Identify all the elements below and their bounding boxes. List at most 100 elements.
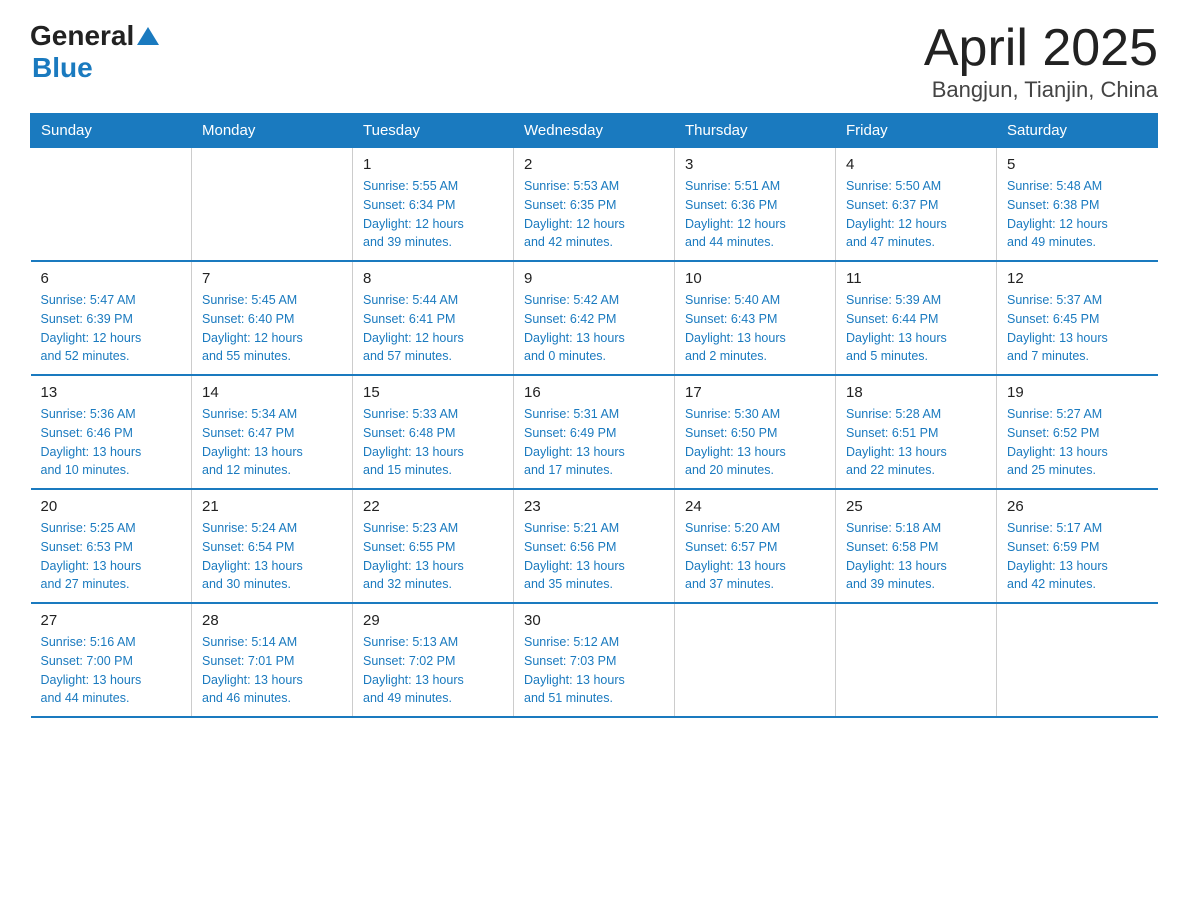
calendar-cell: 9Sunrise: 5:42 AMSunset: 6:42 PMDaylight… bbox=[514, 261, 675, 375]
calendar-cell: 16 Sunrise: 5:31 AMSunset: 6:49 PMDayligh… bbox=[514, 375, 675, 489]
calendar-cell: 2Sunrise: 5:53 AMSunset: 6:35 PMDaylight… bbox=[514, 148, 675, 262]
day-number: 5 bbox=[1007, 156, 1148, 173]
calendar-header-friday: Friday bbox=[836, 114, 997, 148]
calendar-cell: 4 Sunrise: 5:50 AMSunset: 6:37 PMDaylight… bbox=[836, 148, 997, 262]
calendar-table: SundayMondayTuesdayWednesdayThursdayFrid… bbox=[30, 113, 1158, 718]
day-number: 28 bbox=[202, 612, 342, 629]
day-number: 3 bbox=[685, 156, 825, 173]
day-info: Sunrise: 5:25 AMSunset: 6:53 PMDaylight:… bbox=[41, 519, 182, 594]
calendar-cell: 12Sunrise: 5:37 AMSunset: 6:45 PMDayligh… bbox=[997, 261, 1158, 375]
calendar-cell: 25Sunrise: 5:18 AMSunset: 6:58 PMDayligh… bbox=[836, 489, 997, 603]
day-info: Sunrise: 5:51 AMSunset: 6:36 PMDaylight:… bbox=[685, 177, 825, 252]
day-number: 22 bbox=[363, 498, 503, 515]
calendar-cell bbox=[836, 603, 997, 717]
logo-general-text: General bbox=[30, 20, 134, 52]
day-info: Sunrise: 5:34 AMSunset: 6:47 PMDaylight:… bbox=[202, 405, 342, 480]
calendar-cell: 7 Sunrise: 5:45 AMSunset: 6:40 PMDaylight… bbox=[192, 261, 353, 375]
day-number: 10 bbox=[685, 270, 825, 287]
calendar-header-saturday: Saturday bbox=[997, 114, 1158, 148]
calendar-cell: 13 Sunrise: 5:36 AMSunset: 6:46 PMDayligh… bbox=[31, 375, 192, 489]
day-number: 30 bbox=[524, 612, 664, 629]
day-number: 27 bbox=[41, 612, 182, 629]
logo-triangle-icon bbox=[137, 25, 159, 47]
calendar-cell: 23Sunrise: 5:21 AMSunset: 6:56 PMDayligh… bbox=[514, 489, 675, 603]
day-number: 2 bbox=[524, 156, 664, 173]
day-number: 6 bbox=[41, 270, 182, 287]
day-info: Sunrise: 5:13 AMSunset: 7:02 PMDaylight:… bbox=[363, 633, 503, 708]
day-info: Sunrise: 5:16 AMSunset: 7:00 PMDaylight:… bbox=[41, 633, 182, 708]
calendar-cell: 27 Sunrise: 5:16 AMSunset: 7:00 PMDayligh… bbox=[31, 603, 192, 717]
calendar-cell: 1 Sunrise: 5:55 AMSunset: 6:34 PMDaylight… bbox=[353, 148, 514, 262]
day-number: 15 bbox=[363, 384, 503, 401]
day-info: Sunrise: 5:12 AMSunset: 7:03 PMDaylight:… bbox=[524, 633, 664, 708]
day-info: Sunrise: 5:44 AMSunset: 6:41 PMDaylight:… bbox=[363, 291, 503, 366]
calendar-header-thursday: Thursday bbox=[675, 114, 836, 148]
day-info: Sunrise: 5:50 AMSunset: 6:37 PMDaylight:… bbox=[846, 177, 986, 252]
day-number: 7 bbox=[202, 270, 342, 287]
calendar-cell: 8Sunrise: 5:44 AMSunset: 6:41 PMDaylight… bbox=[353, 261, 514, 375]
day-number: 26 bbox=[1007, 498, 1148, 515]
calendar-cell: 28 Sunrise: 5:14 AMSunset: 7:01 PMDayligh… bbox=[192, 603, 353, 717]
day-info: Sunrise: 5:33 AMSunset: 6:48 PMDaylight:… bbox=[363, 405, 503, 480]
day-number: 24 bbox=[685, 498, 825, 515]
calendar-header-monday: Monday bbox=[192, 114, 353, 148]
calendar-subtitle: Bangjun, Tianjin, China bbox=[924, 77, 1158, 103]
calendar-cell: 24 Sunrise: 5:20 AMSunset: 6:57 PMDayligh… bbox=[675, 489, 836, 603]
day-number: 25 bbox=[846, 498, 986, 515]
day-number: 14 bbox=[202, 384, 342, 401]
day-number: 18 bbox=[846, 384, 986, 401]
page-header: General Blue April 2025 Bangjun, Tianjin… bbox=[30, 20, 1158, 103]
calendar-cell: 3 Sunrise: 5:51 AMSunset: 6:36 PMDaylight… bbox=[675, 148, 836, 262]
day-number: 4 bbox=[846, 156, 986, 173]
day-number: 29 bbox=[363, 612, 503, 629]
day-info: Sunrise: 5:45 AMSunset: 6:40 PMDaylight:… bbox=[202, 291, 342, 366]
day-info: Sunrise: 5:36 AMSunset: 6:46 PMDaylight:… bbox=[41, 405, 182, 480]
calendar-cell: 20 Sunrise: 5:25 AMSunset: 6:53 PMDayligh… bbox=[31, 489, 192, 603]
day-info: Sunrise: 5:37 AMSunset: 6:45 PMDaylight:… bbox=[1007, 291, 1148, 366]
day-number: 19 bbox=[1007, 384, 1148, 401]
calendar-cell: 26 Sunrise: 5:17 AMSunset: 6:59 PMDayligh… bbox=[997, 489, 1158, 603]
day-info: Sunrise: 5:48 AMSunset: 6:38 PMDaylight:… bbox=[1007, 177, 1148, 252]
day-info: Sunrise: 5:47 AMSunset: 6:39 PMDaylight:… bbox=[41, 291, 182, 366]
day-info: Sunrise: 5:23 AMSunset: 6:55 PMDaylight:… bbox=[363, 519, 503, 594]
calendar-cell: 19 Sunrise: 5:27 AMSunset: 6:52 PMDayligh… bbox=[997, 375, 1158, 489]
logo: General Blue bbox=[30, 20, 159, 84]
day-info: Sunrise: 5:55 AMSunset: 6:34 PMDaylight:… bbox=[363, 177, 503, 252]
calendar-cell: 11Sunrise: 5:39 AMSunset: 6:44 PMDayligh… bbox=[836, 261, 997, 375]
calendar-title: April 2025 bbox=[924, 20, 1158, 77]
logo-blue-text: Blue bbox=[32, 52, 93, 83]
calendar-cell: 5 Sunrise: 5:48 AMSunset: 6:38 PMDaylight… bbox=[997, 148, 1158, 262]
day-info: Sunrise: 5:17 AMSunset: 6:59 PMDaylight:… bbox=[1007, 519, 1148, 594]
day-info: Sunrise: 5:21 AMSunset: 6:56 PMDaylight:… bbox=[524, 519, 664, 594]
day-info: Sunrise: 5:20 AMSunset: 6:57 PMDaylight:… bbox=[685, 519, 825, 594]
calendar-week-row: 20 Sunrise: 5:25 AMSunset: 6:53 PMDayligh… bbox=[31, 489, 1158, 603]
day-number: 20 bbox=[41, 498, 182, 515]
day-info: Sunrise: 5:31 AMSunset: 6:49 PMDaylight:… bbox=[524, 405, 664, 480]
day-info: Sunrise: 5:14 AMSunset: 7:01 PMDaylight:… bbox=[202, 633, 342, 708]
calendar-cell: 10 Sunrise: 5:40 AMSunset: 6:43 PMDayligh… bbox=[675, 261, 836, 375]
calendar-week-row: 27 Sunrise: 5:16 AMSunset: 7:00 PMDayligh… bbox=[31, 603, 1158, 717]
day-number: 17 bbox=[685, 384, 825, 401]
calendar-header-tuesday: Tuesday bbox=[353, 114, 514, 148]
calendar-week-row: 13 Sunrise: 5:36 AMSunset: 6:46 PMDayligh… bbox=[31, 375, 1158, 489]
calendar-cell bbox=[997, 603, 1158, 717]
calendar-cell: 18 Sunrise: 5:28 AMSunset: 6:51 PMDayligh… bbox=[836, 375, 997, 489]
day-number: 9 bbox=[524, 270, 664, 287]
day-info: Sunrise: 5:27 AMSunset: 6:52 PMDaylight:… bbox=[1007, 405, 1148, 480]
calendar-cell bbox=[675, 603, 836, 717]
calendar-week-row: 6 Sunrise: 5:47 AMSunset: 6:39 PMDaylight… bbox=[31, 261, 1158, 375]
day-number: 21 bbox=[202, 498, 342, 515]
day-info: Sunrise: 5:28 AMSunset: 6:51 PMDaylight:… bbox=[846, 405, 986, 480]
calendar-cell: 30 Sunrise: 5:12 AMSunset: 7:03 PMDayligh… bbox=[514, 603, 675, 717]
calendar-cell: 21 Sunrise: 5:24 AMSunset: 6:54 PMDayligh… bbox=[192, 489, 353, 603]
day-info: Sunrise: 5:40 AMSunset: 6:43 PMDaylight:… bbox=[685, 291, 825, 366]
calendar-cell: 29 Sunrise: 5:13 AMSunset: 7:02 PMDayligh… bbox=[353, 603, 514, 717]
day-info: Sunrise: 5:39 AMSunset: 6:44 PMDaylight:… bbox=[846, 291, 986, 366]
calendar-header-sunday: Sunday bbox=[31, 114, 192, 148]
day-number: 16 bbox=[524, 384, 664, 401]
day-info: Sunrise: 5:24 AMSunset: 6:54 PMDaylight:… bbox=[202, 519, 342, 594]
day-number: 13 bbox=[41, 384, 182, 401]
day-number: 1 bbox=[363, 156, 503, 173]
calendar-cell: 22 Sunrise: 5:23 AMSunset: 6:55 PMDayligh… bbox=[353, 489, 514, 603]
calendar-cell: 17Sunrise: 5:30 AMSunset: 6:50 PMDayligh… bbox=[675, 375, 836, 489]
